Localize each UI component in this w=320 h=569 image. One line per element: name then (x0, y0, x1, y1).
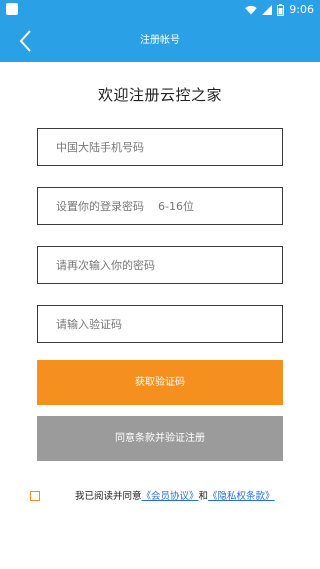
privacy-terms-link[interactable]: 《隐私权条款》 (208, 491, 275, 502)
app-icon (6, 3, 18, 15)
password-field-box (37, 187, 283, 225)
verification-code-input[interactable] (38, 306, 282, 342)
agreement-and: 和 (198, 491, 209, 502)
status-icons: 9:06 (245, 2, 314, 17)
get-code-button[interactable]: 获取验证码 (37, 360, 283, 405)
member-agreement-link[interactable]: 《会员协议》 (142, 491, 199, 502)
verification-code-field-box (37, 305, 283, 343)
status-bar: 9:06 (0, 0, 320, 19)
agree-register-button[interactable]: 同意条款并验证注册 (37, 416, 283, 461)
status-time: 9:06 (289, 3, 314, 16)
agreement-prefix: 我已阅读并同意 (75, 491, 142, 502)
phone-field-box (37, 128, 283, 166)
signal-icon (262, 4, 273, 15)
password-input[interactable] (38, 188, 282, 224)
agreement-row: 我已阅读并同意《会员协议》和《隐私权条款》 (30, 490, 290, 504)
phone-input[interactable] (38, 129, 282, 165)
title-bar: 注册帐号 (0, 19, 320, 62)
page-title: 注册帐号 (140, 35, 180, 46)
agreement-text: 我已阅读并同意《会员协议》和《隐私权条款》 (75, 490, 275, 504)
wifi-icon (245, 5, 257, 14)
welcome-heading: 欢迎注册云控之家 (97, 86, 222, 104)
confirm-password-field-box (37, 246, 283, 284)
confirm-password-input[interactable] (38, 247, 282, 283)
agreement-checkbox[interactable] (30, 491, 40, 501)
battery-icon (277, 3, 285, 16)
